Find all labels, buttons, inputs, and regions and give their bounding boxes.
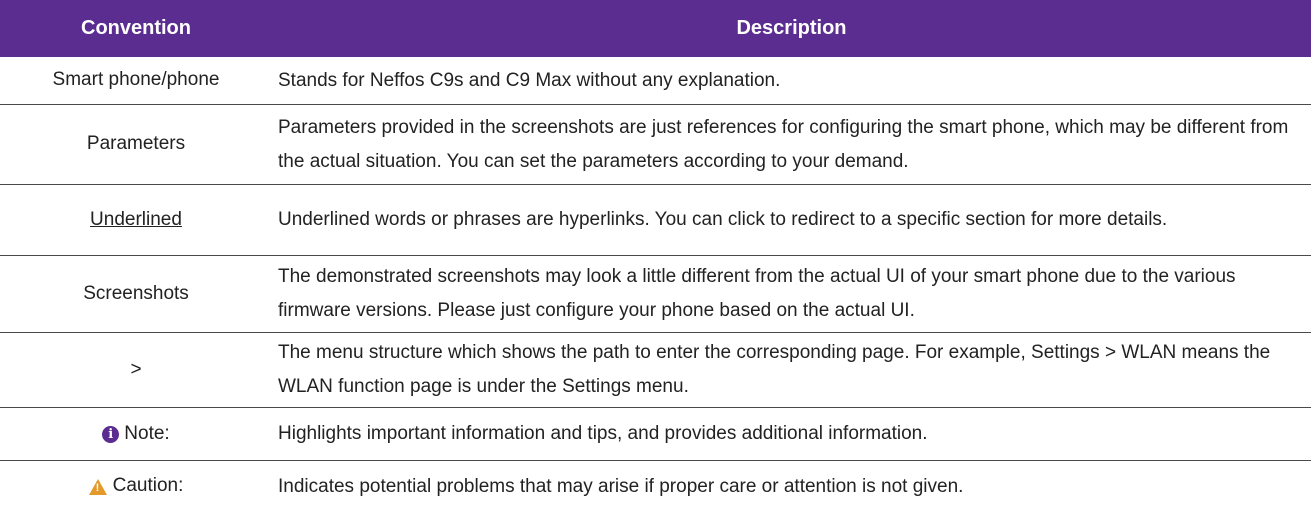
description-text: Indicates potential problems that may ar…	[278, 475, 964, 497]
convention-text: Note:	[124, 422, 170, 444]
header-convention: Convention	[81, 17, 191, 39]
description-cell: The menu structure which shows the path …	[278, 333, 1303, 407]
convention-text: Parameters	[86, 133, 186, 155]
description-cell: Stands for Neffos C9s and C9 Max without…	[278, 57, 1303, 104]
description-text: Underlined words or phrases are hyperlin…	[278, 209, 1168, 230]
convention-text: Screenshots	[83, 282, 189, 304]
convention-cell: >	[0, 333, 272, 407]
description-text: The demonstrated screenshots may look a …	[278, 266, 1236, 321]
convention-text: Smart phone/phone	[52, 69, 220, 91]
description-cell: The demonstrated screenshots may look a …	[278, 256, 1303, 332]
description-text: The menu structure which shows the path …	[278, 342, 1271, 397]
convention-text: >	[130, 358, 142, 380]
convention-cell: i Note:	[0, 408, 272, 460]
description-cell: Parameters provided in the screenshots a…	[278, 105, 1303, 184]
description-cell: Highlights important information and tip…	[278, 408, 1303, 460]
table-row: > The menu structure which shows the pat…	[0, 333, 1311, 407]
description-cell: Indicates potential problems that may ar…	[278, 461, 1303, 512]
table-row: Caution: Indicates potential problems th…	[0, 461, 1311, 512]
description-text: Highlights important information and tip…	[278, 423, 928, 444]
description-cell: Underlined words or phrases are hyperlin…	[278, 185, 1303, 255]
description-text: Stands for Neffos C9s and C9 Max without…	[278, 69, 781, 91]
table-row: Parameters Parameters provided in the sc…	[0, 105, 1311, 184]
convention-cell: Caution:	[0, 461, 272, 512]
description-text: Parameters provided in the screenshots a…	[278, 116, 1289, 172]
table-row: Underlined Underlined words or phrases a…	[0, 185, 1311, 255]
table-row: i Note: Highlights important information…	[0, 408, 1311, 460]
convention-text: Caution:	[112, 475, 184, 497]
header-description: Description	[736, 17, 847, 39]
table-header: Convention Description	[0, 0, 1311, 57]
warning-icon	[88, 478, 107, 495]
table-row: Smart phone/phone Stands for Neffos C9s …	[0, 57, 1311, 104]
convention-text-underlined: Underlined	[90, 208, 182, 230]
convention-cell: Screenshots	[0, 256, 272, 332]
convention-cell: Underlined	[0, 185, 272, 255]
convention-cell: Smart phone/phone	[0, 57, 272, 104]
table-row: Screenshots The demonstrated screenshots…	[0, 256, 1311, 332]
convention-cell: Parameters	[0, 105, 272, 184]
info-icon: i	[102, 425, 120, 443]
